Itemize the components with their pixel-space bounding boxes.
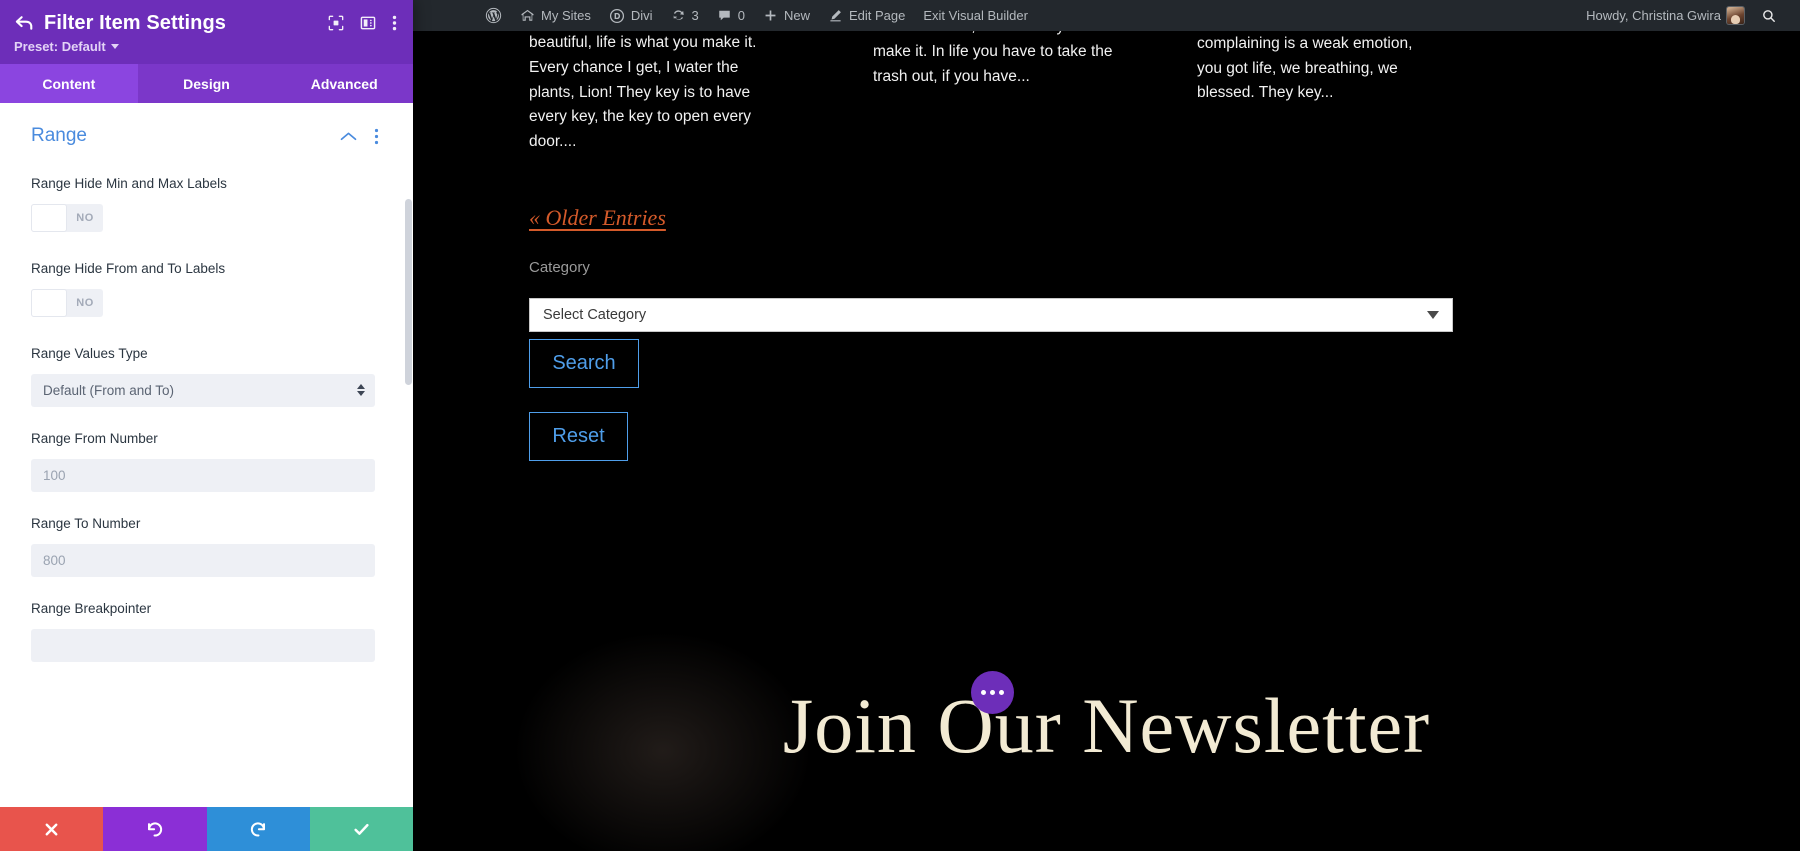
panel-scroll-area: Range: [0, 103, 413, 851]
updates-icon: [671, 8, 686, 23]
tab-content[interactable]: Content: [0, 64, 138, 103]
admin-bar-item-my-sites[interactable]: My Sites: [511, 0, 600, 31]
home-icon: [520, 8, 535, 23]
admin-bar-label: Exit Visual Builder: [923, 8, 1028, 23]
field-label: Range To Number: [31, 514, 246, 535]
preset-label: Preset: Default: [14, 39, 106, 54]
page-title: Filter Item Settings: [44, 12, 328, 34]
comments-count: 0: [738, 8, 745, 23]
plus-icon: [763, 8, 778, 23]
wordpress-logo-icon[interactable]: [476, 0, 511, 31]
tab-design[interactable]: Design: [138, 64, 276, 103]
select-range-values-type[interactable]: Default (From and To): [31, 374, 375, 407]
chevron-down-icon: [111, 44, 119, 49]
chevron-up-icon[interactable]: [340, 131, 357, 142]
panel-header-row: Filter Item Settings: [14, 12, 399, 34]
toggle-knob: [31, 204, 67, 232]
field-label: Range Values Type: [31, 344, 246, 365]
admin-bar-label: New: [784, 8, 810, 23]
field-label: Range Hide Min and Max Labels: [31, 174, 246, 195]
admin-bar-label: My Sites: [541, 8, 591, 23]
input-range-from-number[interactable]: 100: [31, 459, 375, 492]
admin-bar-right-group: Howdy, Christina Gwira: [1577, 0, 1800, 31]
admin-bar-label: Edit Page: [849, 8, 905, 23]
ellipsis-icon: [999, 690, 1004, 695]
redo-button[interactable]: [207, 807, 310, 851]
toggle-range-hide-min-max-labels[interactable]: NO: [31, 204, 103, 232]
toggle-range-hide-from-to-labels[interactable]: NO: [31, 289, 103, 317]
admin-bar-account-menu[interactable]: Howdy, Christina Gwira: [1577, 0, 1752, 31]
field-range-hide-from-to-labels: Range Hide From and To Labels NO: [31, 259, 379, 322]
select-wrapper: Default (From and To): [31, 374, 379, 407]
ellipsis-icon: [990, 690, 995, 695]
field-range-breakpointer: Range Breakpointer: [31, 599, 379, 662]
blurb-text-2: life is beautiful, life is what you make…: [873, 31, 1123, 89]
focus-target-icon[interactable]: [328, 15, 344, 31]
kebab-menu-icon[interactable]: [392, 14, 397, 32]
updates-count: 3: [692, 8, 699, 23]
admin-bar-item-comments[interactable]: 0: [708, 0, 754, 31]
admin-bar-label: Divi: [631, 8, 653, 23]
avatar: [1727, 7, 1744, 24]
newsletter-heading: Join Our Newsletter: [413, 681, 1800, 771]
admin-bar-item-new[interactable]: New: [754, 0, 819, 31]
panel-body: Range: [0, 103, 413, 851]
panel-tabs: Content Design Advanced: [0, 64, 413, 103]
older-entries-link[interactable]: « Older Entries: [529, 205, 666, 231]
panel-header-icons: [328, 14, 399, 32]
preset-selector[interactable]: Preset: Default: [14, 39, 399, 54]
divi-floating-menu-button[interactable]: [971, 671, 1014, 714]
blurb-text-1: beautiful, life is what you make it. Eve…: [529, 31, 777, 155]
howdy-label: Howdy, Christina Gwira: [1586, 8, 1721, 23]
field-range-hide-min-max-labels: Range Hide Min and Max Labels NO: [31, 174, 379, 237]
admin-bar-item-divi[interactable]: Divi: [600, 0, 662, 31]
undo-button[interactable]: [103, 807, 206, 851]
category-select-value: Select Category: [543, 307, 646, 323]
close-button[interactable]: [0, 807, 103, 851]
ellipsis-icon: [981, 690, 986, 695]
chevron-down-icon: [1427, 311, 1439, 319]
admin-bar-item-exit-visual-builder[interactable]: Exit Visual Builder: [914, 0, 1037, 31]
admin-bar-item-edit-page[interactable]: Edit Page: [819, 0, 914, 31]
toggle-value: NO: [67, 297, 103, 309]
field-label: Range From Number: [31, 429, 246, 450]
panel-header: Filter Item Settings: [0, 0, 413, 64]
comments-icon: [717, 8, 732, 23]
toggle-value: NO: [67, 212, 103, 224]
category-field-label: Category: [529, 259, 590, 276]
website-preview: beautiful, life is what you make it. Eve…: [413, 31, 1800, 851]
category-select[interactable]: Select Category: [529, 298, 1453, 332]
search-icon[interactable]: [1752, 0, 1786, 31]
reset-button[interactable]: Reset: [529, 412, 628, 461]
section-header-range: Range: [31, 125, 379, 147]
search-button[interactable]: Search: [529, 339, 639, 388]
section-title: Range: [31, 125, 340, 147]
field-label: Range Hide From and To Labels: [31, 259, 246, 280]
admin-bar-item-updates[interactable]: 3: [662, 0, 708, 31]
tab-advanced[interactable]: Advanced: [275, 64, 413, 103]
input-range-to-number[interactable]: 800: [31, 544, 375, 577]
module-settings-panel: Filter Item Settings: [0, 0, 413, 851]
blurb-text-3: should never complain, complaining is a …: [1197, 31, 1432, 106]
field-range-values-type: Range Values Type Default (From and To): [31, 344, 379, 407]
layout-columns-icon[interactable]: [360, 15, 376, 31]
save-button[interactable]: [310, 807, 413, 851]
toggle-knob: [31, 289, 67, 317]
panel-scrollbar[interactable]: [405, 199, 412, 385]
kebab-menu-icon[interactable]: [374, 128, 379, 145]
field-range-to-number: Range To Number 800: [31, 514, 379, 577]
panel-action-bar: [0, 807, 413, 851]
field-range-from-number: Range From Number 100: [31, 429, 379, 492]
divi-icon: [609, 8, 625, 24]
visual-builder-screen: My Sites Divi 3: [0, 0, 1800, 851]
field-label: Range Breakpointer: [31, 599, 246, 620]
back-arrow-icon[interactable]: [14, 14, 44, 32]
pencil-icon: [828, 8, 843, 23]
input-range-breakpointer[interactable]: [31, 629, 375, 662]
